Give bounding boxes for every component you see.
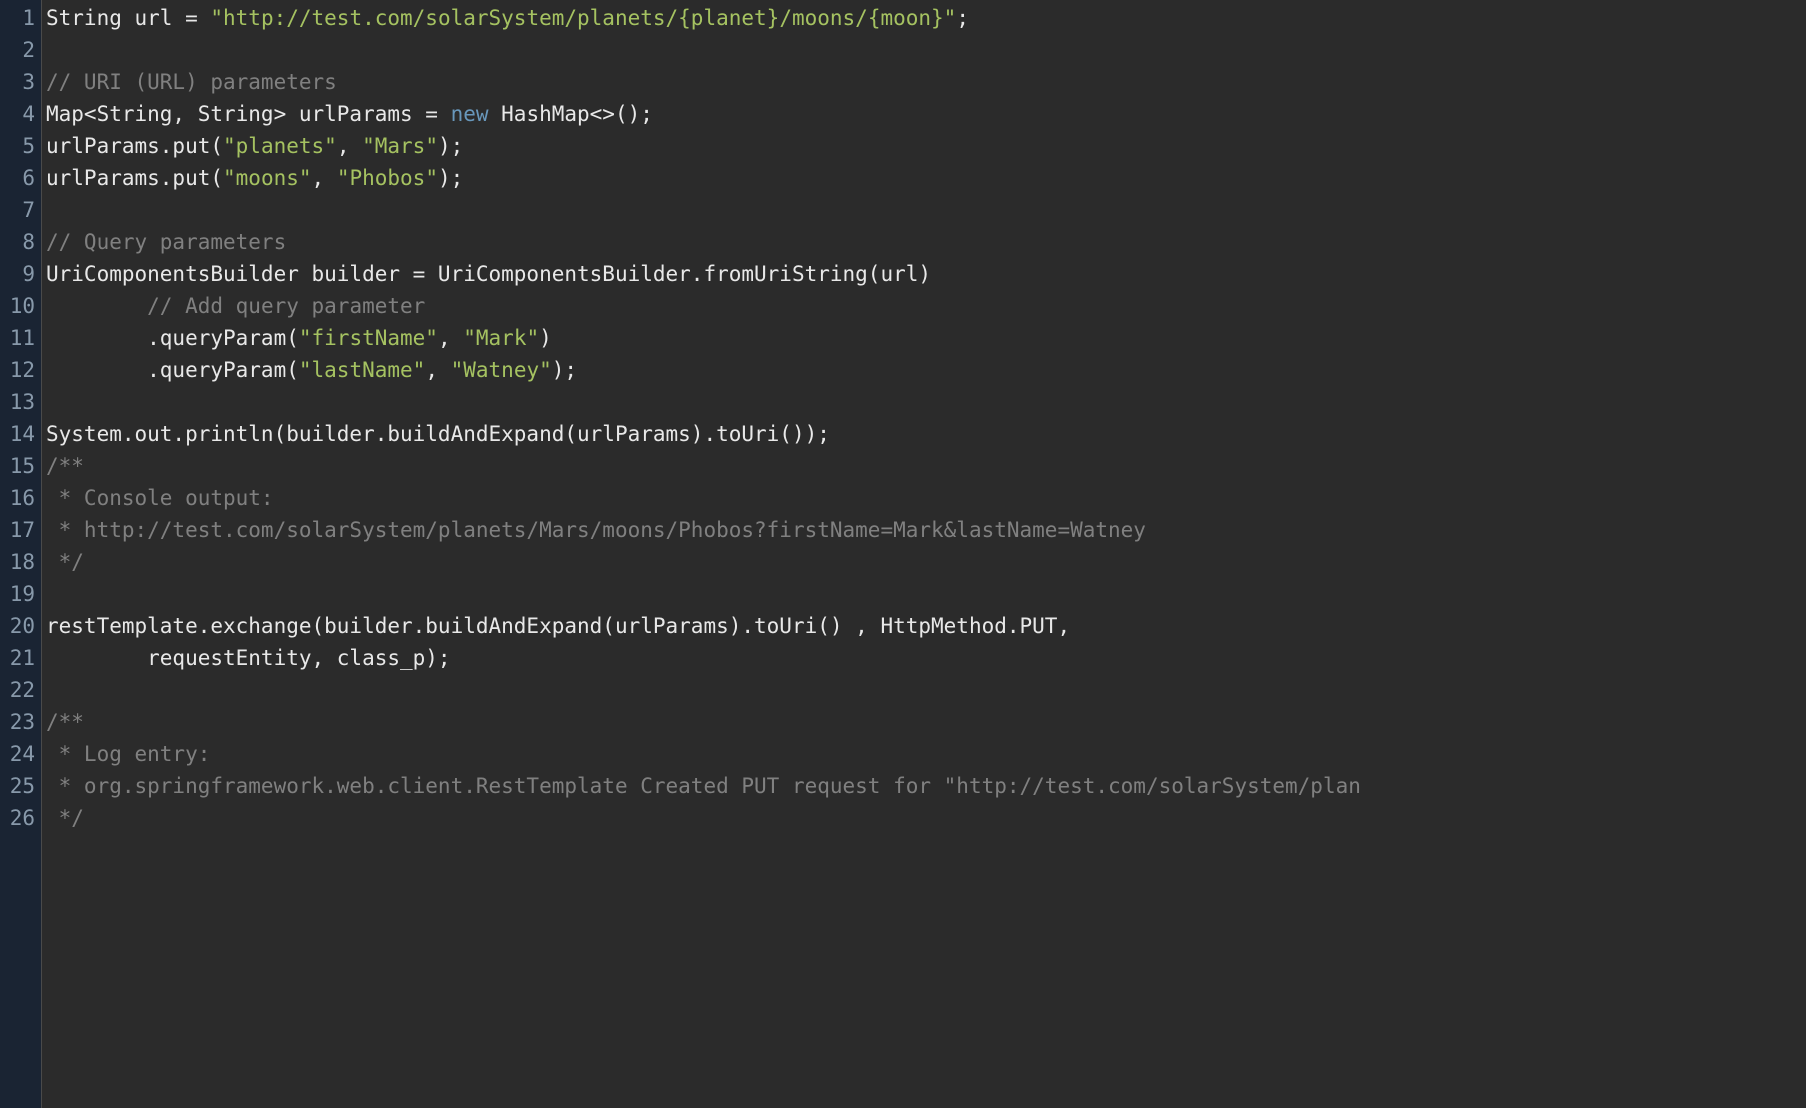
code-token: "lastName" <box>299 358 425 382</box>
line-number: 17 <box>4 514 35 546</box>
code-line: * Log entry: <box>46 738 1806 770</box>
line-number: 16 <box>4 482 35 514</box>
line-number: 5 <box>4 130 35 162</box>
code-area[interactable]: String url = "http://test.com/solarSyste… <box>42 0 1806 1108</box>
code-token: */ <box>46 550 84 574</box>
line-number-gutter: 1234567891011121314151617181920212223242… <box>0 0 42 1108</box>
code-token: "Mark" <box>463 326 539 350</box>
code-editor: 1234567891011121314151617181920212223242… <box>0 0 1806 1108</box>
line-number: 1 <box>4 2 35 34</box>
code-line: UriComponentsBuilder builder = UriCompon… <box>46 258 1806 290</box>
line-number: 10 <box>4 290 35 322</box>
line-number: 4 <box>4 98 35 130</box>
code-token: "Phobos" <box>337 166 438 190</box>
code-line: Map<String, String> urlParams = new Hash… <box>46 98 1806 130</box>
line-number: 15 <box>4 450 35 482</box>
code-token: "moons" <box>223 166 312 190</box>
line-number: 2 <box>4 34 35 66</box>
line-number: 18 <box>4 546 35 578</box>
code-token: ); <box>438 134 463 158</box>
code-line: // Query parameters <box>46 226 1806 258</box>
line-number: 8 <box>4 226 35 258</box>
code-token: ; <box>956 6 969 30</box>
code-line: /** <box>46 450 1806 482</box>
code-token: String url = <box>46 6 210 30</box>
code-token: "planets" <box>223 134 337 158</box>
code-token: * Log entry: <box>46 742 210 766</box>
code-token: /** <box>46 710 84 734</box>
code-line <box>46 386 1806 418</box>
line-number: 7 <box>4 194 35 226</box>
code-token: ); <box>438 166 463 190</box>
code-line: .queryParam("lastName", "Watney"); <box>46 354 1806 386</box>
code-line: * Console output: <box>46 482 1806 514</box>
line-number: 25 <box>4 770 35 802</box>
code-line: .queryParam("firstName", "Mark") <box>46 322 1806 354</box>
code-token: "Mars" <box>362 134 438 158</box>
line-number: 21 <box>4 642 35 674</box>
code-token: UriComponentsBuilder builder = UriCompon… <box>46 262 931 286</box>
code-line: /** <box>46 706 1806 738</box>
code-line: urlParams.put("planets", "Mars"); <box>46 130 1806 162</box>
code-token: * Console output: <box>46 486 274 510</box>
code-line: restTemplate.exchange(builder.buildAndEx… <box>46 610 1806 642</box>
line-number: 3 <box>4 66 35 98</box>
code-line: String url = "http://test.com/solarSyste… <box>46 2 1806 34</box>
code-line: System.out.println(builder.buildAndExpan… <box>46 418 1806 450</box>
line-number: 12 <box>4 354 35 386</box>
code-token: Map<String, String> urlParams = <box>46 102 451 126</box>
code-line: * org.springframework.web.client.RestTem… <box>46 770 1806 802</box>
code-token: // Query parameters <box>46 230 286 254</box>
code-token: "Watney" <box>451 358 552 382</box>
code-line: * http://test.com/solarSystem/planets/Ma… <box>46 514 1806 546</box>
code-line: */ <box>46 546 1806 578</box>
line-number: 22 <box>4 674 35 706</box>
code-token: // URI (URL) parameters <box>46 70 337 94</box>
code-token: .queryParam( <box>46 358 299 382</box>
code-token: * org.springframework.web.client.RestTem… <box>46 774 1361 798</box>
line-number: 26 <box>4 802 35 834</box>
line-number: 14 <box>4 418 35 450</box>
code-line: urlParams.put("moons", "Phobos"); <box>46 162 1806 194</box>
code-token: "firstName" <box>299 326 438 350</box>
line-number: 9 <box>4 258 35 290</box>
code-token: /** <box>46 454 84 478</box>
code-token: System.out.println(builder.buildAndExpan… <box>46 422 830 446</box>
code-token <box>46 294 147 318</box>
code-line <box>46 578 1806 610</box>
code-token: new <box>451 102 489 126</box>
line-number: 6 <box>4 162 35 194</box>
code-token: "http://test.com/solarSystem/planets/{pl… <box>210 6 956 30</box>
code-token: , <box>312 166 337 190</box>
line-number: 23 <box>4 706 35 738</box>
line-number: 20 <box>4 610 35 642</box>
line-number: 24 <box>4 738 35 770</box>
code-token: ) <box>539 326 552 350</box>
line-number: 11 <box>4 322 35 354</box>
line-number: 13 <box>4 386 35 418</box>
code-line: */ <box>46 802 1806 834</box>
code-token: urlParams.put( <box>46 134 223 158</box>
code-token: , <box>438 326 463 350</box>
code-token: .queryParam( <box>46 326 299 350</box>
code-token: ); <box>552 358 577 382</box>
code-token: , <box>337 134 362 158</box>
code-token: restTemplate.exchange(builder.buildAndEx… <box>46 614 1070 638</box>
code-line: // URI (URL) parameters <box>46 66 1806 98</box>
code-token: requestEntity, class_p); <box>46 646 451 670</box>
code-line <box>46 34 1806 66</box>
code-line <box>46 194 1806 226</box>
code-token: , <box>425 358 450 382</box>
code-line: // Add query parameter <box>46 290 1806 322</box>
line-number: 19 <box>4 578 35 610</box>
code-token: */ <box>46 806 84 830</box>
code-line <box>46 674 1806 706</box>
code-token: * http://test.com/solarSystem/planets/Ma… <box>46 518 1146 542</box>
code-token: // Add query parameter <box>147 294 425 318</box>
code-token: HashMap<>(); <box>489 102 653 126</box>
code-line: requestEntity, class_p); <box>46 642 1806 674</box>
code-token: urlParams.put( <box>46 166 223 190</box>
